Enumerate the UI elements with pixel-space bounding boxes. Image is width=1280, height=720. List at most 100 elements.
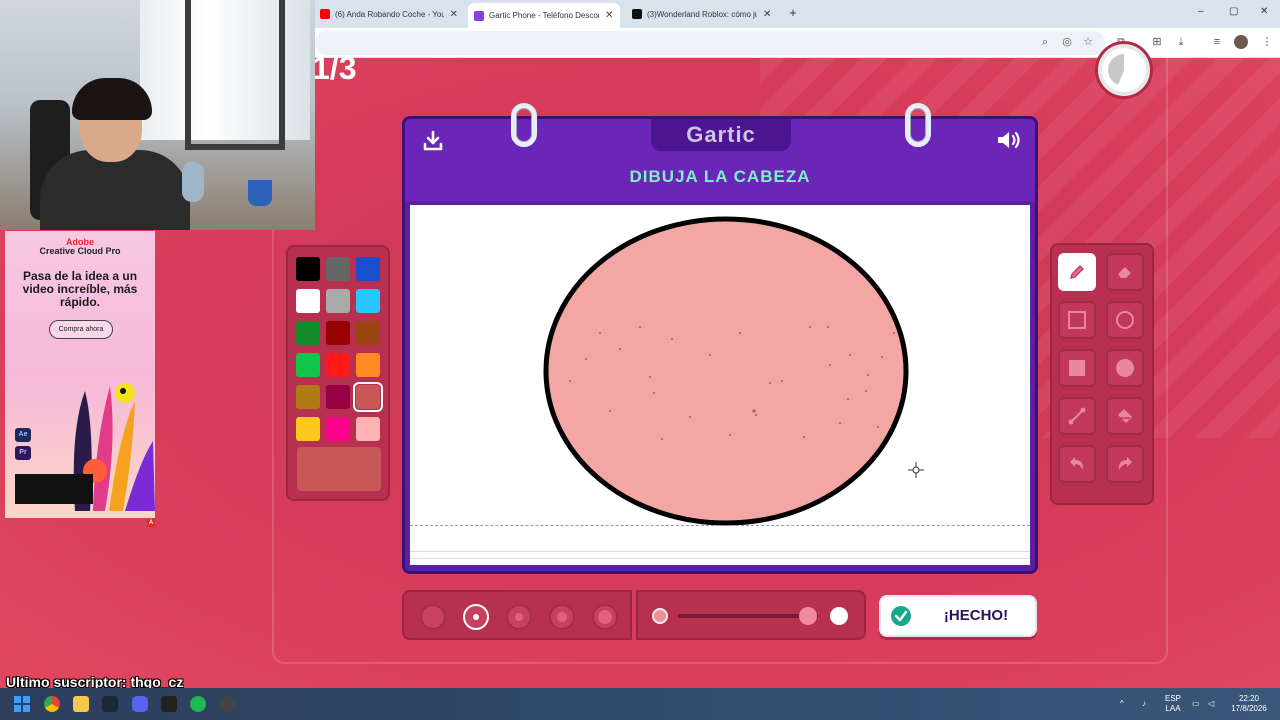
download-icon[interactable]: ⤓ — [1174, 35, 1188, 49]
address-bar[interactable] — [315, 31, 1105, 55]
webcam-microphone — [182, 162, 204, 202]
color-swatch[interactable] — [356, 353, 380, 377]
color-swatch[interactable] — [356, 417, 380, 441]
crosshair-cursor-icon — [908, 462, 924, 478]
circle-filled-icon[interactable] — [1106, 349, 1144, 387]
color-swatch[interactable] — [353, 382, 383, 412]
close-tab-icon[interactable]: ✕ — [450, 9, 458, 20]
color-swatch[interactable] — [356, 321, 380, 345]
translate-icon[interactable]: ⊞ — [1150, 35, 1164, 49]
color-swatch[interactable] — [326, 353, 350, 377]
minimize-button[interactable]: – — [1198, 6, 1204, 17]
eraser-icon[interactable] — [1106, 253, 1144, 291]
size-dot — [557, 612, 567, 622]
ad-cta-button[interactable]: Compra ahora — [49, 320, 113, 339]
maximize-button[interactable]: ▢ — [1229, 6, 1238, 17]
tools-panel — [1050, 243, 1154, 505]
microphone-tray-icon[interactable]: ♪ — [1142, 699, 1146, 709]
ad-badge-icon[interactable]: A — [147, 519, 155, 527]
browser-tab-active[interactable]: Gartic Phone - Teléfono Descon ✕ — [468, 3, 620, 28]
color-swatch[interactable] — [326, 417, 350, 441]
close-tab-icon[interactable]: ✕ — [605, 10, 613, 21]
line-icon[interactable] — [1058, 397, 1096, 435]
ad-product: Creative Cloud Pro — [39, 246, 121, 256]
clock-date: 17/8/2026 — [1231, 704, 1267, 713]
color-swatch[interactable] — [326, 257, 350, 281]
brush-size-3[interactable] — [506, 604, 532, 630]
color-swatch[interactable] — [326, 321, 350, 345]
discord-icon[interactable] — [132, 696, 148, 712]
bookmark-star-icon[interactable]: ☆ — [1081, 35, 1095, 49]
hide-icon[interactable]: ◎ — [1060, 35, 1074, 49]
notebook-ring — [511, 103, 537, 147]
redo-icon[interactable] — [1106, 445, 1144, 483]
download-drawing-icon[interactable] — [421, 129, 445, 153]
profile-avatar[interactable] — [1234, 35, 1248, 49]
adobe-ad-banner[interactable]: Adobe Creative Cloud Pro Pasa de la idea… — [5, 231, 155, 518]
keyboard-layout: LAA — [1165, 704, 1181, 713]
size-dot — [473, 614, 479, 620]
chrome-icon[interactable] — [44, 696, 60, 712]
low-opacity-icon — [652, 608, 668, 624]
color-swatch[interactable] — [356, 289, 380, 313]
steam-icon[interactable] — [102, 696, 118, 712]
windows-start-icon[interactable] — [14, 696, 30, 712]
brush-size-1[interactable] — [420, 604, 446, 630]
color-swatch[interactable] — [296, 353, 320, 377]
high-opacity-icon — [830, 607, 848, 625]
brush-size-5[interactable] — [592, 604, 618, 630]
spotify-icon[interactable] — [190, 696, 206, 712]
browser-tab[interactable]: (6) Anda Robando Coche - YouT ✕ — [314, 4, 464, 24]
color-swatch[interactable] — [326, 385, 350, 409]
obs-icon[interactable] — [220, 696, 236, 712]
brush-size-4[interactable] — [549, 604, 575, 630]
premiere-icon: Pr — [15, 446, 31, 460]
ad-video-strip — [15, 474, 93, 504]
timer-clock-icon — [1098, 44, 1150, 96]
file-explorer-icon[interactable] — [73, 696, 89, 712]
clock-time: 22:20 — [1238, 694, 1260, 703]
paper-edge — [410, 551, 1030, 559]
epic-games-icon[interactable] — [161, 696, 177, 712]
color-swatch[interactable] — [326, 289, 350, 313]
gartic-logo: Gartic — [686, 122, 756, 147]
tray-chevron-icon[interactable]: ^ — [1120, 699, 1124, 709]
notebook-ring — [905, 103, 931, 147]
notebook-header: Gartic DIBUJA LA CABEZA — [405, 119, 1035, 201]
clock[interactable]: 22:20 17/8/2026 — [1226, 694, 1272, 714]
reading-list-icon[interactable]: ≡ — [1210, 35, 1224, 49]
browser-tab[interactable]: (3)Wonderland Roblox: cómo ju ✕ — [626, 4, 782, 24]
drawing-canvas[interactable] — [410, 205, 1030, 565]
new-tab-button[interactable]: + — [786, 6, 800, 20]
color-swatch[interactable] — [296, 321, 320, 345]
ad-headline: Pasa de la idea a un video increíble, má… — [22, 269, 138, 309]
tiktok-icon — [632, 9, 642, 19]
bucket-icon[interactable] — [1106, 397, 1144, 435]
menu-icon[interactable]: ⋮ — [1260, 35, 1274, 49]
zoom-icon[interactable]: ⌕ — [1038, 35, 1052, 49]
circle-outline-icon[interactable] — [1106, 301, 1144, 339]
opacity-thumb[interactable] — [799, 607, 818, 625]
tab-title: (3)Wonderland Roblox: cómo ju — [647, 9, 757, 19]
done-label: ¡HECHO! — [943, 607, 1009, 624]
language-indicator[interactable]: ESP LAA — [1162, 694, 1184, 714]
color-swatch[interactable] — [296, 417, 320, 441]
close-tab-icon[interactable]: ✕ — [763, 9, 771, 20]
color-swatch[interactable] — [356, 257, 380, 281]
close-window-button[interactable]: ✕ — [1260, 6, 1268, 17]
color-swatch[interactable] — [296, 257, 320, 281]
pencil-icon[interactable] — [1058, 253, 1096, 291]
undo-icon[interactable] — [1058, 445, 1096, 483]
webcam-mug — [248, 180, 272, 206]
timer-progress — [1108, 54, 1140, 86]
opacity-track[interactable] — [678, 614, 818, 618]
square-filled-icon[interactable] — [1058, 349, 1096, 387]
color-swatch[interactable] — [296, 289, 320, 313]
square-outline-icon[interactable] — [1058, 301, 1096, 339]
color-swatch[interactable] — [296, 385, 320, 409]
network-icon[interactable]: ▭ — [1192, 699, 1200, 709]
brush-size-2[interactable] — [463, 604, 489, 630]
volume-icon[interactable]: ◁ — [1208, 699, 1214, 709]
done-button[interactable]: ¡HECHO! — [879, 595, 1037, 637]
sound-icon[interactable] — [995, 128, 1023, 152]
